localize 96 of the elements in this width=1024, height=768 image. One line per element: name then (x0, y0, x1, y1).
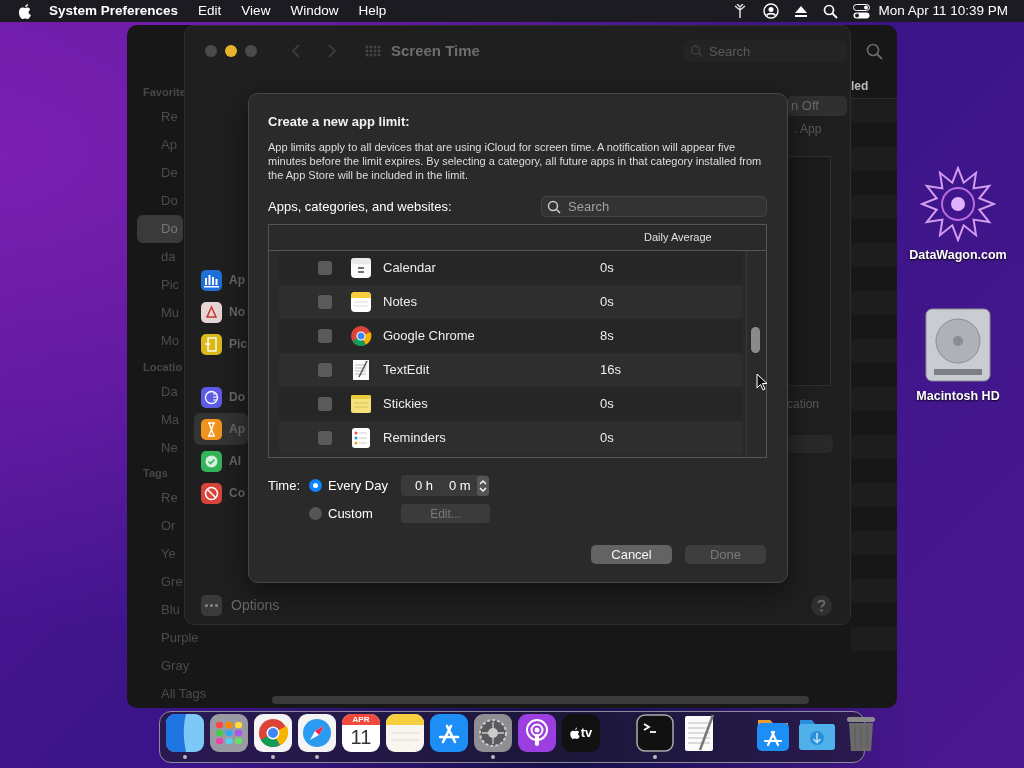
checkbox[interactable] (318, 260, 332, 275)
more-icon[interactable] (201, 595, 222, 616)
sidebar-label: No (229, 304, 245, 321)
star-pattern-icon[interactable] (920, 166, 996, 242)
round-logo-icon[interactable] (254, 714, 292, 752)
checklist-icon (350, 426, 372, 449)
desktop-icon-label[interactable]: DataWagon.com (909, 246, 1007, 265)
window-title: Screen Time (391, 40, 480, 61)
sidebar-item[interactable]: Pic (194, 328, 248, 360)
table-cell-text: 0s (600, 394, 614, 413)
sidebar-item[interactable]: Do (194, 381, 248, 413)
compass-icon[interactable] (298, 714, 336, 752)
sidebar-label: Pic (229, 336, 247, 353)
calendar-month: APR (342, 714, 380, 725)
time-field[interactable]: 0 h 0 m (401, 475, 489, 496)
app-name: Reminders (383, 428, 447, 447)
tv-app-icon[interactable]: tv (562, 714, 600, 752)
radio-button[interactable]: Every Day (309, 475, 401, 496)
app-grid-icon[interactable] (210, 714, 248, 752)
table-cell-text: 0s (600, 292, 614, 311)
apple-icon (569, 727, 580, 739)
sidebar-item[interactable]: Al (194, 445, 248, 477)
caption-text: . App (794, 121, 823, 138)
cancel-button[interactable]: Cancel (591, 544, 672, 564)
sidebar-label: Co (229, 485, 245, 502)
sidebar-item[interactable]: Do (137, 215, 183, 243)
help-icon[interactable] (811, 595, 832, 616)
table-cell-text: 8s (600, 326, 614, 345)
user-icon[interactable] (763, 3, 780, 19)
notepad-icon[interactable] (386, 714, 424, 752)
desktop-icon-label[interactable]: Macintosh HD (916, 386, 1000, 406)
options-label[interactable]: Options (231, 595, 280, 616)
menu-item[interactable]: View (231, 0, 281, 22)
hard-drive-icon[interactable] (924, 306, 992, 383)
notepad-icon (350, 290, 372, 313)
scrollbar-thumb[interactable] (272, 696, 809, 704)
app-name: TextEdit (383, 360, 431, 379)
close-button[interactable] (205, 45, 217, 57)
column-header[interactable]: Daily Average (644, 228, 712, 246)
app-menu[interactable]: System Preferences (32, 0, 189, 22)
cursor-icon (756, 373, 768, 391)
menu-item[interactable]: Window (280, 0, 349, 22)
checkbox[interactable] (318, 430, 332, 445)
hours-value[interactable]: 0 h (415, 475, 449, 496)
clock[interactable]: Mon Apr 11 10:39 PM (878, 0, 1008, 22)
ellipsis-icon (205, 604, 218, 607)
calendar-day: 11 (350, 725, 372, 750)
app-name: Google Chrome (383, 326, 476, 345)
minimize-button[interactable] (225, 45, 237, 57)
terminal-icon[interactable] (636, 714, 674, 752)
stepper-icon[interactable] (477, 475, 489, 496)
sidebar-item[interactable]: Ap (194, 264, 248, 296)
time-label: Time: (268, 476, 302, 495)
checkbox[interactable] (318, 328, 332, 343)
app-name: Stickies (383, 394, 429, 413)
split-square-icon[interactable] (166, 714, 204, 752)
tv-label: tv (580, 724, 593, 743)
eject-icon[interactable] (794, 4, 809, 18)
menu-item[interactable]: Edit (188, 0, 232, 22)
search-icon[interactable] (823, 3, 839, 19)
radio-button[interactable]: Custom (309, 503, 401, 524)
scrollbar-thumb[interactable] (751, 326, 760, 353)
search-icon (690, 44, 703, 58)
podcast-icon[interactable] (518, 714, 556, 752)
search-field[interactable]: Search (541, 196, 767, 217)
apple-icon[interactable] (18, 3, 32, 19)
checkbox[interactable] (318, 294, 332, 309)
gear-icon[interactable] (474, 714, 512, 752)
app-store-icon[interactable] (430, 714, 468, 752)
sticky-note-icon (350, 392, 372, 415)
list-label: Apps, categories, and websites: (268, 197, 452, 216)
table-cell-text: 0s (600, 258, 614, 277)
menu-item[interactable]: Help (348, 0, 397, 22)
calendar-icon[interactable]: APR 11 (342, 714, 380, 752)
dialog-title: Create a new app limit: (268, 113, 411, 131)
sidebar-item[interactable]: No (194, 296, 248, 328)
document-pen-icon (350, 358, 372, 381)
minutes-value[interactable]: 0 m (449, 475, 477, 496)
calendar-icon (350, 256, 372, 279)
sidebar-label: Do (229, 389, 245, 406)
description-text: App limits apply to all devices that are using iCloud for screen time. A notification will appear five minutes before the limit expires. By selecting a category, all future apps in that category installed from the App Store will be included in the limit. (268, 139, 763, 182)
control-center-icon[interactable] (853, 3, 871, 19)
table-cell-text: 16s (600, 360, 621, 379)
round-logo-icon (350, 324, 372, 347)
sidebar-label: Ap (229, 272, 245, 289)
blank-button[interactable] (787, 435, 833, 453)
search-icon (547, 199, 561, 214)
app-name: Notes (383, 292, 418, 311)
app-name: Calendar (383, 258, 437, 277)
caption-text: cation (787, 396, 821, 413)
sidebar-label: Al (229, 453, 241, 470)
zoom-button[interactable] (245, 45, 257, 57)
checkbox[interactable] (318, 362, 332, 377)
table-cell-text: 0s (600, 428, 614, 447)
checkbox[interactable] (318, 396, 332, 411)
sidebar-item[interactable]: Co (194, 477, 248, 509)
